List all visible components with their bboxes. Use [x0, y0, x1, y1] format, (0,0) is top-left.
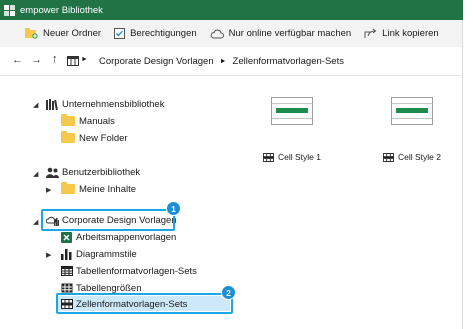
- back-button[interactable]: ←: [12, 54, 23, 66]
- tree-label: Benutzerbibliothek: [62, 166, 141, 178]
- collapse-arrow-icon[interactable]: ◢: [33, 170, 38, 178]
- tree-item-new-folder[interactable]: New Folder: [61, 130, 128, 146]
- tree-label: Tabellengrößen: [76, 282, 142, 294]
- cell-style-icon: [263, 152, 274, 162]
- cell-style-thumbnail: [391, 97, 433, 125]
- tree-item-manuals[interactable]: Manuals: [61, 113, 115, 129]
- folder-icon: [61, 131, 75, 143]
- callout-badge-2: 2: [221, 285, 236, 300]
- tree-label: Tabellenformatvorlagen-Sets: [76, 265, 197, 277]
- new-folder-icon: [25, 28, 38, 39]
- cloud-icon: [210, 29, 224, 38]
- toolbar: Neuer Ordner Berechtigungen Nur online v…: [0, 20, 462, 48]
- tree-label: Meine Inhalte: [79, 183, 137, 195]
- tree-item-user-library[interactable]: Benutzerbibliothek: [46, 164, 140, 180]
- window-border: [462, 20, 463, 329]
- copy-link-button[interactable]: Link kopieren: [364, 28, 439, 39]
- callout-highlight-2: [56, 293, 233, 314]
- table-size-icon: [61, 283, 73, 293]
- window-edge: [463, 0, 473, 329]
- address-bar: ← → ↑ ► Corporate Design Vorlagen ► Zell…: [0, 47, 462, 75]
- folder-icon: [61, 182, 75, 194]
- online-only-button[interactable]: Nur online verfügbar machen: [210, 28, 352, 39]
- cell-style-icon: [383, 152, 394, 162]
- tree-label: New Folder: [79, 132, 128, 144]
- path-chevron-icon: ►: [81, 56, 88, 63]
- tree-item-table-style-sets[interactable]: Tabellenformatvorlagen-Sets: [61, 263, 197, 279]
- collapse-arrow-icon[interactable]: ◢: [33, 101, 38, 109]
- breadcrumb-separator-icon: ►: [219, 57, 227, 65]
- share-link-icon: [364, 28, 377, 38]
- up-button[interactable]: ↑: [52, 53, 58, 65]
- app-icon: [4, 4, 15, 16]
- divider: [0, 75, 462, 76]
- users-icon: [46, 167, 59, 178]
- permissions-button[interactable]: Berechtigungen: [114, 28, 197, 39]
- breadcrumb-cd-templates[interactable]: Corporate Design Vorlagen: [99, 56, 214, 67]
- tree-label: Unternehmensbibliothek: [62, 98, 165, 110]
- cell-style-thumbnail: [271, 97, 313, 125]
- library-location-icon: [67, 56, 79, 68]
- callout-highlight-1: [41, 209, 175, 231]
- tree-item-workbook-templates[interactable]: Arbeitsmappenvorlagen: [61, 229, 176, 245]
- copy-link-label: Link kopieren: [382, 28, 439, 39]
- online-only-label: Nur online verfügbar machen: [228, 28, 352, 39]
- tree-label: Manuals: [79, 115, 115, 127]
- tree-label: Diagrammstile: [76, 248, 137, 260]
- window-title: empower Bibliothek: [20, 4, 103, 16]
- collapse-arrow-icon[interactable]: ◢: [33, 218, 38, 226]
- callout-badge-1: 1: [166, 201, 181, 216]
- breadcrumb-cell-style-sets[interactable]: Zellenformatvorlagen-Sets: [233, 56, 344, 67]
- cell-style-label: Cell Style 1: [278, 152, 321, 162]
- company-library-icon: [46, 98, 58, 110]
- path-field[interactable]: Corporate Design Vorlagen ► Zellenformat…: [93, 53, 457, 69]
- cell-style-item-1[interactable]: Cell Style 1: [261, 97, 323, 162]
- new-folder-button[interactable]: Neuer Ordner: [25, 28, 101, 39]
- excel-workbook-icon: [61, 231, 72, 243]
- expand-arrow-icon[interactable]: ▶: [46, 251, 51, 259]
- tree-item-company-library[interactable]: Unternehmensbibliothek: [46, 96, 164, 112]
- forward-button[interactable]: →: [31, 54, 42, 66]
- tree-item-chart-styles[interactable]: Diagrammstile: [61, 246, 137, 262]
- bar-chart-icon: [61, 248, 72, 260]
- folder-icon: [61, 114, 75, 126]
- permissions-icon: [114, 28, 126, 39]
- cell-style-item-2[interactable]: Cell Style 2: [381, 97, 443, 162]
- tree-label: Arbeitsmappenvorlagen: [76, 231, 177, 243]
- expand-arrow-icon[interactable]: ▶: [46, 186, 51, 194]
- cell-style-label: Cell Style 2: [398, 152, 441, 162]
- title-bar: empower Bibliothek: [0, 0, 463, 20]
- new-folder-label: Neuer Ordner: [43, 28, 102, 39]
- permissions-label: Berechtigungen: [130, 28, 197, 39]
- tree-item-my-content[interactable]: Meine Inhalte: [61, 181, 136, 197]
- table-style-icon: [61, 266, 73, 276]
